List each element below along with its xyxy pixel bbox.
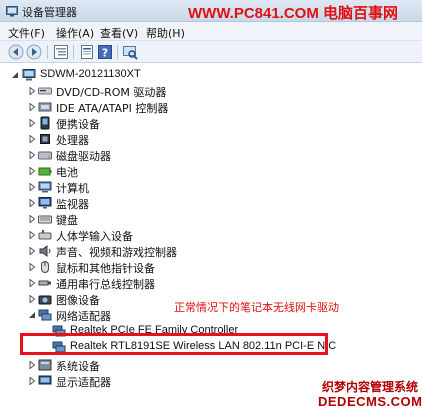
portable-device-icon [40,116,50,130]
expand-arrow-icon[interactable] [28,377,36,385]
tree-item-system[interactable]: 系统设备 [0,357,300,373]
tree-item-label: 计算机 [56,182,89,195]
toolbar: ? [0,41,422,63]
tree-item-processor[interactable]: 处理器 [0,131,300,147]
dvd-drive-icon [38,87,52,95]
display-adapter-icon [38,375,52,385]
tree-item-label: 键盘 [56,214,78,227]
expand-arrow-icon[interactable] [28,263,36,271]
usb-icon [38,280,51,286]
tree-item-battery[interactable]: 电池 [0,163,300,179]
tree-item-label: 处理器 [56,134,89,147]
menu-bar: 文件(F) 操作(A) 查看(V) 帮助(H) [0,22,422,41]
tree-item-mouse[interactable]: 鼠标和其他指针设备 [0,259,300,275]
sound-icon [39,245,51,257]
tree-item-keyboard[interactable]: 键盘 [0,211,300,227]
tree-item-label: 声音、视频和游戏控制器 [56,246,177,259]
toolbar-separator [73,45,74,59]
annotation-text: 正常情况下的笔记本无线网卡驱动 [174,301,339,314]
tree-item-label: 鼠标和其他指针设备 [56,262,155,275]
menu-file[interactable]: 文件(F) [8,25,45,41]
highlight-box [20,333,328,355]
svg-text:?: ? [102,47,108,60]
expand-arrow-icon[interactable] [28,199,36,207]
expand-arrow-icon[interactable] [28,87,36,95]
back-icon[interactable] [8,44,24,60]
tree-item-label: DVD/CD-ROM 驱动器 [56,86,167,99]
tree-view-icon[interactable] [53,44,69,60]
ide-controller-icon [38,102,52,112]
watermark-bottom-line2: DEDECMS.COM [318,394,422,409]
imaging-device-icon [38,295,52,305]
expand-arrow-icon[interactable] [28,361,36,369]
expand-arrow-icon[interactable] [28,215,36,223]
menu-help[interactable]: 帮助(H) [146,25,185,41]
menu-view[interactable]: 查看(V) [100,25,138,41]
expand-arrow-icon[interactable] [28,231,36,239]
computer-icon [38,181,52,193]
expand-arrow-icon[interactable] [28,279,36,287]
expand-arrow-icon[interactable] [28,167,36,175]
tree-item-label: 图像设备 [56,294,100,307]
watermark-top: WWW.PC841.COM 电脑百事网 [188,5,399,22]
tree-item-label: 电池 [56,166,78,179]
tree-item-label: 系统设备 [56,360,100,373]
tree-item-portable[interactable]: 便携设备 [0,115,300,131]
window-title: 设备管理器 [22,6,77,19]
expand-arrow-icon[interactable] [28,247,36,255]
tree-item-label: 人体学输入设备 [56,230,133,243]
tree-item-display[interactable]: 显示适配器 [0,373,300,389]
tree-item-usb[interactable]: 通用串行总线控制器 [0,275,300,291]
computer-icon [22,69,36,81]
processor-icon [40,134,50,144]
tree-item-disk[interactable]: 磁盘驱动器 [0,147,300,163]
expand-arrow-icon[interactable] [28,135,36,143]
tree-item-ide[interactable]: IDE ATA/ATAPI 控制器 [0,99,300,115]
tree-item-label: 显示适配器 [56,376,111,389]
menu-action[interactable]: 操作(A) [56,25,94,41]
mouse-icon [41,261,49,273]
tree-item-label: 监视器 [56,198,89,211]
expand-arrow-icon[interactable] [28,183,36,191]
expand-arrow-icon[interactable] [28,119,36,127]
forward-icon[interactable] [26,44,42,60]
tree-item-label: 磁盘驱动器 [56,150,111,163]
tree-root[interactable]: SDWM-20121130XT [0,67,300,83]
tree-item-label: 通用串行总线控制器 [56,278,155,291]
device-manager-icon [6,6,18,17]
monitor-icon [38,197,52,209]
tree-item-label: 网络适配器 [56,310,111,323]
disk-drive-icon [38,151,52,160]
expand-arrow-icon[interactable] [28,151,36,159]
tree-item-label: IDE ATA/ATAPI 控制器 [56,102,169,115]
watermark-bottom-line1: 织梦内容管理系统 [322,380,419,394]
tree-item-monitor[interactable]: 监视器 [0,195,300,211]
help-icon[interactable]: ? [97,44,113,60]
collapse-arrow-icon[interactable] [11,71,19,79]
network-adapter-icon [38,309,52,321]
tree-item-dvd[interactable]: DVD/CD-ROM 驱动器 [0,83,300,99]
system-device-icon [38,359,52,371]
tree-item-computer[interactable]: 计算机 [0,179,300,195]
battery-icon [38,167,52,176]
device-tree: SDWM-20121130XT DVD/CD-ROM 驱动器 IDE ATA/A… [0,63,422,416]
collapse-arrow-icon[interactable] [28,311,36,319]
toolbar-separator [47,45,48,59]
hid-icon [38,230,52,240]
toolbar-separator [117,45,118,59]
expand-arrow-icon[interactable] [28,103,36,111]
tree-item-label: 便携设备 [56,118,100,131]
properties-icon[interactable] [79,44,95,60]
tree-item-hid[interactable]: 人体学输入设备 [0,227,300,243]
tree-root-label: SDWM-20121130XT [40,68,141,80]
tree-item-sound[interactable]: 声音、视频和游戏控制器 [0,243,300,259]
expand-arrow-icon[interactable] [28,295,36,303]
keyboard-icon [38,215,52,224]
scan-hardware-icon[interactable] [122,44,138,60]
